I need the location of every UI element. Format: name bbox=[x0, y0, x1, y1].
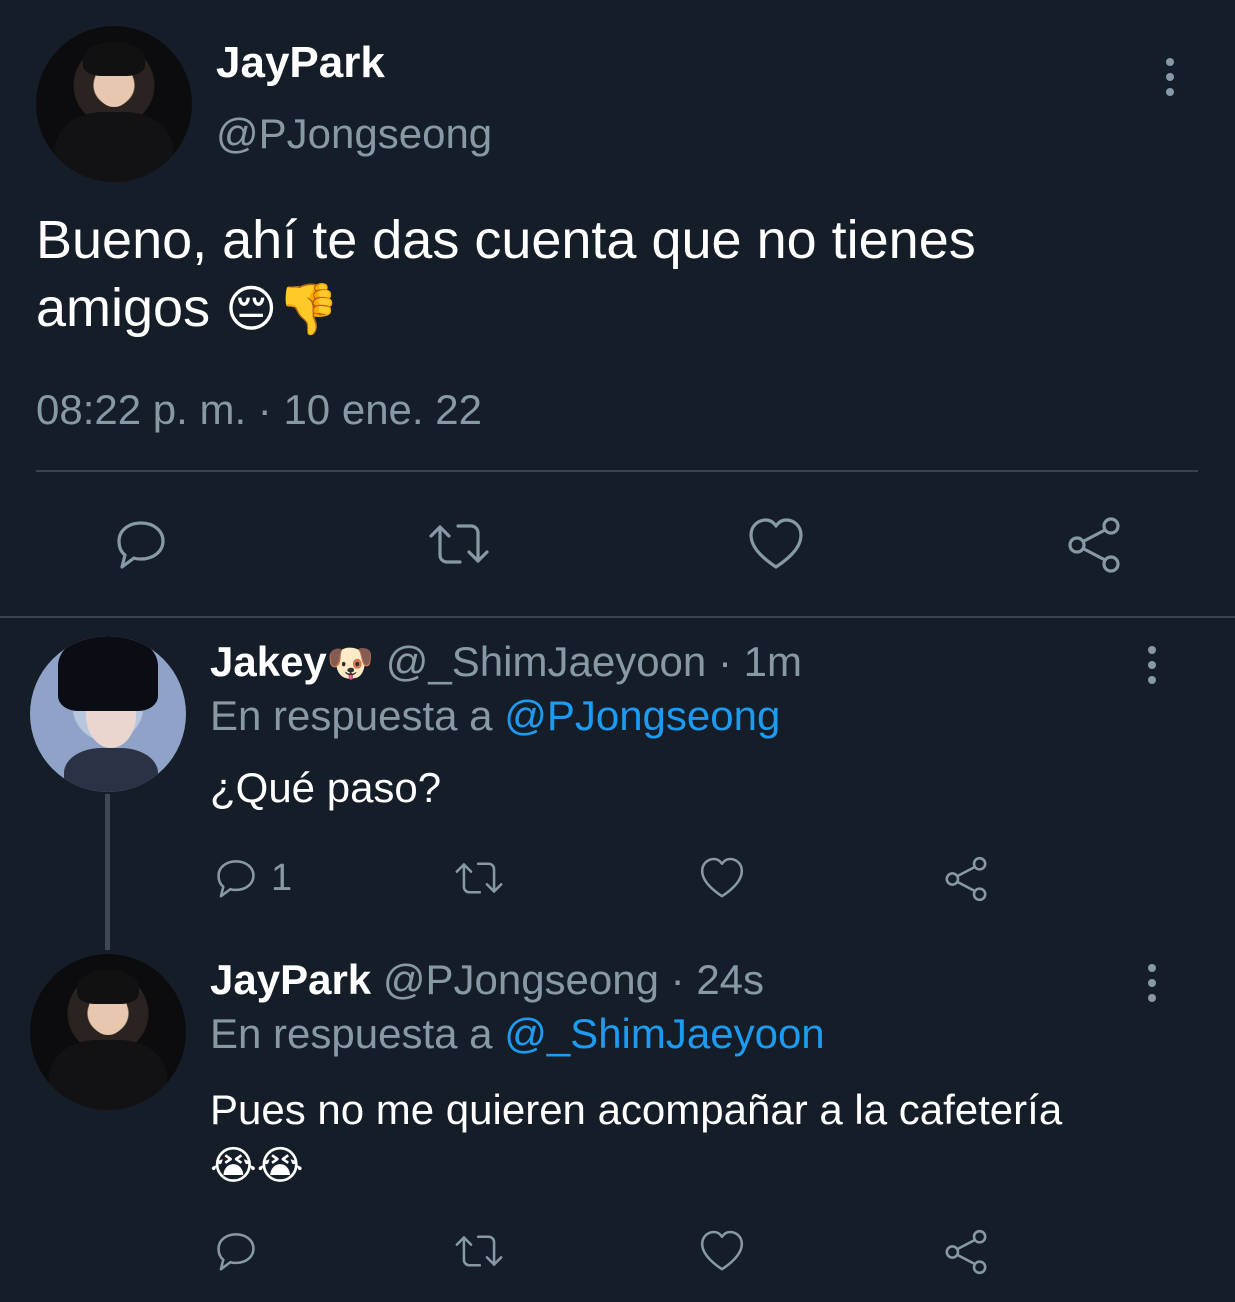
reply-count: 1 bbox=[271, 856, 293, 899]
avatar-hair bbox=[58, 636, 158, 711]
reply2-display-name[interactable]: JayPark bbox=[210, 956, 371, 1003]
retweet-button[interactable] bbox=[452, 855, 506, 901]
retweet-icon bbox=[455, 1235, 503, 1267]
reply1-prefix: En respuesta a bbox=[210, 692, 493, 739]
like-button[interactable] bbox=[746, 515, 806, 573]
reply-icon bbox=[117, 521, 165, 569]
avatar-jaypark[interactable] bbox=[30, 954, 186, 1110]
retweet-button[interactable] bbox=[426, 515, 492, 573]
reply1-handle[interactable]: @_ShimJaeyoon bbox=[386, 638, 706, 685]
retweet-button[interactable] bbox=[452, 1228, 506, 1274]
main-tweet-text-line2-words: amigos bbox=[36, 278, 211, 338]
reply1-header: Jakey🐶 @_ShimJaeyoon · 1m bbox=[210, 638, 802, 686]
avatar-jakey[interactable] bbox=[30, 636, 186, 792]
reply2-text-line1: Pues no me quieren acompañar a la cafete… bbox=[210, 1086, 1063, 1133]
avatar-hair bbox=[76, 969, 140, 1004]
share-icon bbox=[1068, 517, 1120, 573]
reply2-time: · 24s bbox=[670, 956, 765, 1003]
crying-emojis: 😭😭 bbox=[210, 1143, 304, 1189]
avatar-body bbox=[48, 1039, 168, 1110]
main-tweet-emojis: 😔👎 bbox=[225, 280, 340, 338]
thread-line bbox=[105, 794, 110, 950]
reply1-time: · 1m bbox=[717, 638, 802, 685]
main-tweet-text-line2: amigos 😔👎 bbox=[36, 274, 1196, 343]
reply2-prefix: En respuesta a bbox=[210, 1010, 493, 1057]
avatar-body bbox=[64, 748, 158, 792]
like-button[interactable] bbox=[698, 855, 746, 901]
share-icon bbox=[945, 856, 987, 902]
share-button[interactable] bbox=[1064, 515, 1124, 575]
dog-emoji: 🐶 bbox=[326, 641, 375, 685]
reply1-display-name[interactable]: Jakey bbox=[210, 638, 327, 685]
main-tweet-text: Bueno, ahí te das cuenta que no tienes a… bbox=[36, 206, 1196, 343]
share-button[interactable] bbox=[942, 1228, 990, 1276]
like-icon bbox=[749, 518, 803, 569]
retweet-icon bbox=[429, 524, 489, 564]
reply1-text: ¿Qué paso? bbox=[210, 764, 442, 811]
like-icon bbox=[700, 1230, 744, 1271]
main-tweet-timestamp: 08:22 p. m. · 10 ene. 22 bbox=[36, 386, 482, 433]
reply2-handle[interactable]: @PJongseong bbox=[383, 956, 659, 1003]
more-options-icon[interactable] bbox=[1148, 646, 1156, 684]
reply1-mention-link[interactable]: @PJongseong bbox=[504, 692, 780, 739]
main-tweet-divider bbox=[36, 470, 1198, 472]
more-options-icon[interactable] bbox=[1148, 964, 1156, 1002]
avatar-jaypark[interactable] bbox=[36, 26, 192, 182]
like-button[interactable] bbox=[698, 1228, 746, 1274]
main-tweet-handle[interactable]: @PJongseong bbox=[216, 110, 492, 158]
reply2-context: En respuesta a @_ShimJaeyoon bbox=[210, 1010, 825, 1058]
reply2-header: JayPark @PJongseong · 24s bbox=[210, 956, 764, 1004]
share-icon bbox=[945, 1229, 987, 1275]
reply-button[interactable] bbox=[112, 515, 170, 573]
like-icon bbox=[700, 857, 744, 898]
reply-button[interactable] bbox=[213, 1228, 259, 1274]
avatar-hair bbox=[82, 41, 146, 76]
reply2-text: Pues no me quieren acompañar a la cafete… bbox=[210, 1082, 1210, 1194]
reply-button[interactable]: 1 bbox=[213, 855, 292, 901]
reply-icon bbox=[217, 1233, 255, 1271]
reply2-mention-link[interactable]: @_ShimJaeyoon bbox=[504, 1010, 824, 1057]
share-button[interactable] bbox=[942, 855, 990, 903]
avatar-body bbox=[54, 111, 174, 182]
main-tweet-text-line1: Bueno, ahí te das cuenta que no tienes bbox=[36, 210, 976, 270]
reply-icon bbox=[217, 860, 255, 898]
main-tweet-display-name[interactable]: JayPark bbox=[216, 38, 385, 88]
section-divider bbox=[0, 616, 1235, 618]
retweet-icon bbox=[455, 862, 503, 894]
reply1-context: En respuesta a @PJongseong bbox=[210, 692, 780, 740]
more-options-icon[interactable] bbox=[1166, 58, 1174, 96]
